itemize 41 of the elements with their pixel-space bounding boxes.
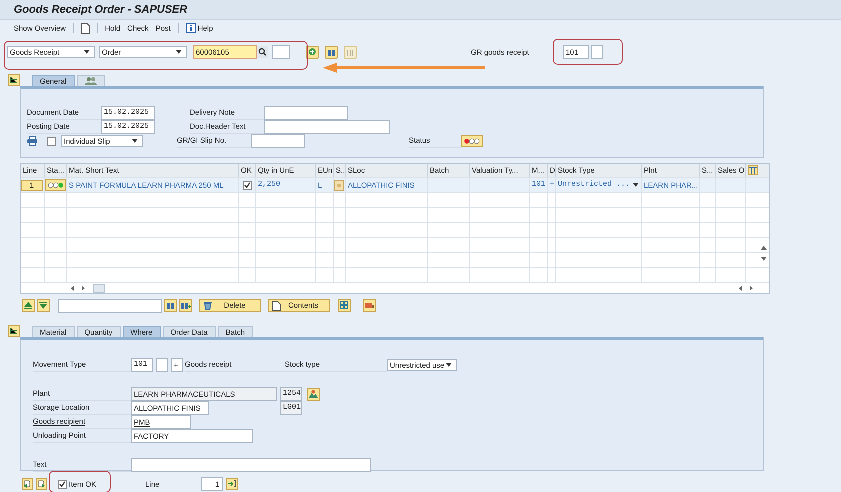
trash-icon: [203, 300, 213, 310]
search-icon[interactable]: [257, 46, 268, 58]
search-field[interactable]: [58, 298, 162, 312]
execute-icon[interactable]: [306, 46, 319, 58]
expand-icon[interactable]: [8, 74, 20, 86]
input-field[interactable]: [272, 45, 290, 59]
scrollbar-thumb[interactable]: [93, 284, 105, 292]
item-ok-checkbox[interactable]: [58, 480, 67, 488]
expand-collapse-icon[interactable]: [338, 299, 351, 312]
binoculars-icon[interactable]: [325, 46, 338, 58]
next-item-icon[interactable]: [36, 478, 47, 490]
info-icon: [186, 23, 196, 33]
status-light-icon: [461, 135, 483, 147]
ok-checkbox[interactable]: [242, 180, 252, 190]
move-up-icon[interactable]: [22, 299, 35, 312]
table-settings-icon[interactable]: [748, 165, 758, 175]
caret-icon: [633, 183, 640, 187]
document-icon: [272, 300, 281, 310]
caret-icon: [176, 50, 182, 54]
input-field[interactable]: [591, 45, 603, 59]
people-icon: [84, 77, 97, 85]
text-field[interactable]: [131, 458, 371, 472]
previous-item-icon[interactable]: [22, 478, 33, 490]
expand-icon[interactable]: [8, 325, 20, 337]
status-light-icon: [45, 179, 66, 191]
print-checkbox[interactable]: [47, 136, 56, 146]
plant-icon[interactable]: [307, 388, 320, 400]
printer-icon[interactable]: [27, 136, 38, 146]
caret-icon: [84, 50, 90, 54]
new-document-icon[interactable]: [81, 22, 90, 34]
move-down-icon[interactable]: [37, 299, 50, 312]
input-field[interactable]: [156, 358, 168, 372]
input-field[interactable]: [251, 134, 305, 148]
input-field[interactable]: [264, 120, 390, 134]
caret-icon: [446, 363, 452, 367]
binoculars-icon[interactable]: [179, 299, 192, 312]
input-field[interactable]: [264, 106, 348, 120]
binoculars-icon[interactable]: [164, 299, 177, 312]
caret-icon: [132, 139, 138, 143]
window-title: Goods Receipt Order - SAPUSER: [14, 4, 188, 16]
partner-tab[interactable]: [76, 75, 105, 86]
